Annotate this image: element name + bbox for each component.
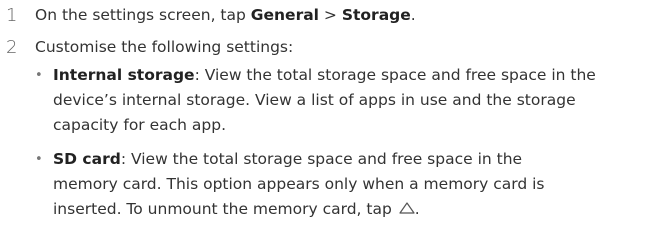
bullet-sd-card: • SD card: View the total storage space … <box>35 147 643 222</box>
step-text: Customise the following settings: <box>35 38 294 56</box>
step-text: On the settings screen, tap General > St… <box>35 6 416 24</box>
menu-storage: Storage <box>341 6 411 24</box>
bullet-line: capacity for each app. <box>53 116 227 134</box>
bullet-marker: • <box>35 68 43 83</box>
bullet-text: SD card: View the total storage space an… <box>53 147 643 222</box>
bullet-text: Internal storage: View the total storage… <box>53 63 643 138</box>
bullet-line: SD card: View the total storage space an… <box>53 150 523 168</box>
bullet-internal-storage: • Internal storage: View the total stora… <box>35 63 643 138</box>
menu-general: General <box>250 6 319 24</box>
bullet-line: inserted. To unmount the memory card, ta… <box>53 200 420 218</box>
bullet-marker: • <box>35 152 43 167</box>
bullet-line: device’s internal storage. View a list o… <box>53 91 576 109</box>
term-sd-card: SD card <box>53 150 121 168</box>
term-internal-storage: Internal storage <box>53 66 195 84</box>
bullet-line: memory card. This option appears only wh… <box>53 175 545 193</box>
bullet-line: Internal storage: View the total storage… <box>53 66 596 84</box>
step-number: 2 <box>6 37 18 58</box>
eject-icon <box>399 202 415 214</box>
step-number: 1 <box>6 5 18 26</box>
